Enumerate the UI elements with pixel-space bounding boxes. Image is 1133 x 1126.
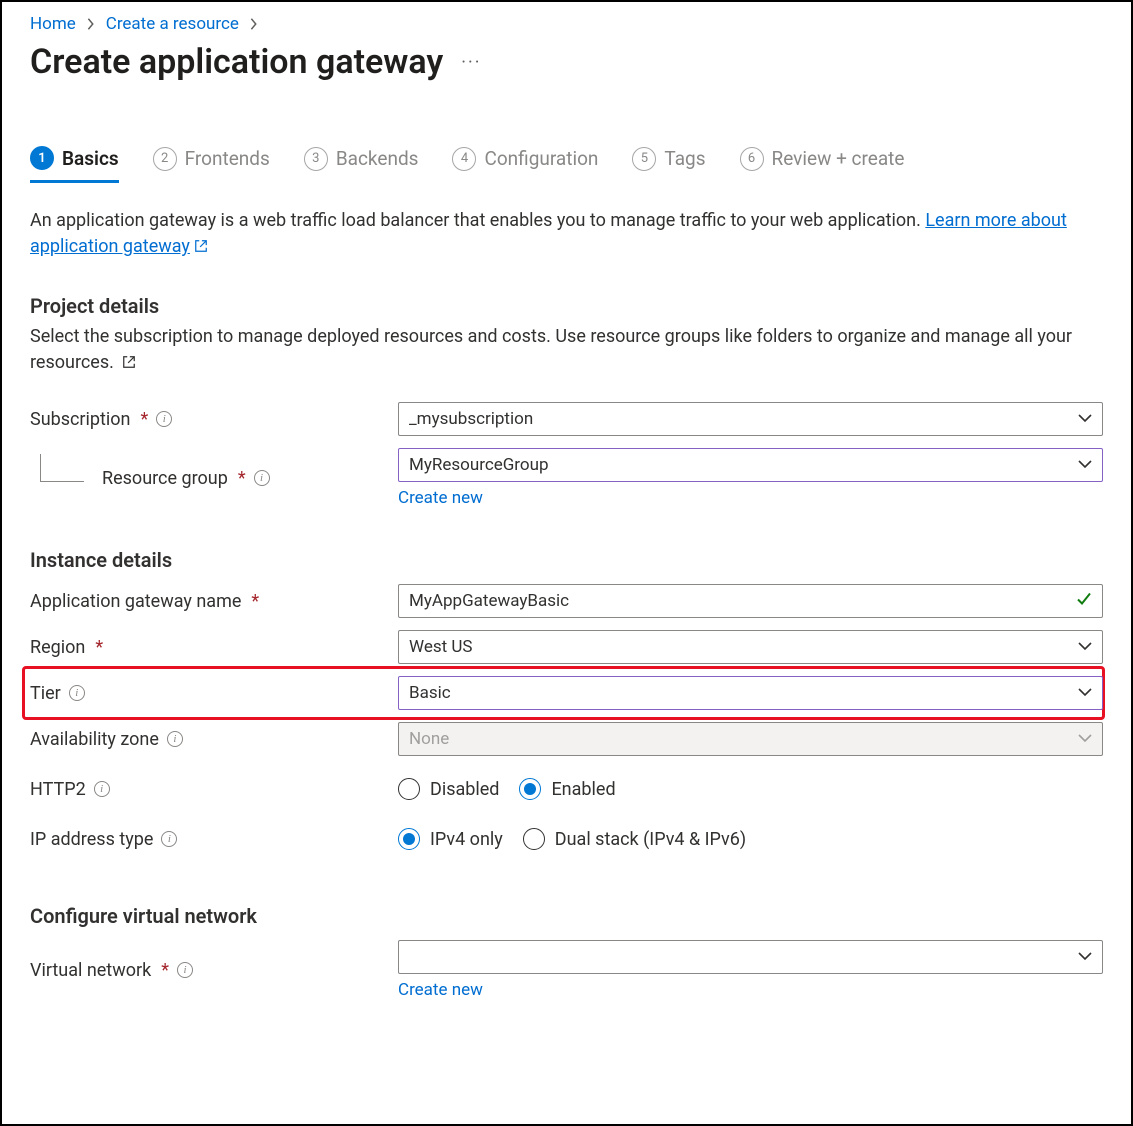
info-icon[interactable] xyxy=(161,831,177,847)
section-heading-vnet: Configure virtual network xyxy=(30,904,1103,928)
tab-label: Tags xyxy=(664,147,705,170)
subscription-select[interactable]: _mysubscription xyxy=(398,402,1103,436)
chevron-right-icon xyxy=(249,17,259,31)
virtual-network-select[interactable] xyxy=(398,940,1103,974)
create-new-rg-link[interactable]: Create new xyxy=(398,488,1103,508)
gateway-name-label: Application gateway name xyxy=(30,591,241,612)
check-icon xyxy=(1076,591,1092,612)
ip-radio-group: IPv4 only Dual stack (IPv4 & IPv6) xyxy=(398,828,1103,850)
section-heading-project: Project details xyxy=(30,294,1103,318)
tab-step-number: 1 xyxy=(30,146,54,170)
required-indicator: * xyxy=(141,409,149,430)
tab-configuration[interactable]: 4 Configuration xyxy=(452,142,598,183)
http2-radio-group: Disabled Enabled xyxy=(398,778,1103,800)
info-icon[interactable] xyxy=(177,962,193,978)
chevron-down-icon xyxy=(1078,947,1092,967)
tab-step-number: 2 xyxy=(153,147,177,171)
resource-group-label: Resource group xyxy=(102,468,228,489)
radio-icon xyxy=(398,828,420,850)
page-title: Create application gateway xyxy=(30,42,443,82)
radio-icon xyxy=(398,778,420,800)
availability-zone-select: None xyxy=(398,722,1103,756)
info-icon[interactable] xyxy=(94,781,110,797)
tab-backends[interactable]: 3 Backends xyxy=(304,142,419,183)
radio-label: IPv4 only xyxy=(430,829,503,850)
gateway-name-input[interactable]: MyAppGatewayBasic xyxy=(398,584,1103,618)
chevron-down-icon xyxy=(1078,409,1092,429)
radio-icon xyxy=(519,778,541,800)
radio-label: Dual stack (IPv4 & IPv6) xyxy=(555,829,746,850)
http2-enabled-radio[interactable]: Enabled xyxy=(519,778,615,800)
tab-basics[interactable]: 1 Basics xyxy=(30,142,119,183)
tab-tags[interactable]: 5 Tags xyxy=(632,142,705,183)
tier-select[interactable]: Basic xyxy=(398,676,1103,710)
required-indicator: * xyxy=(238,468,246,489)
virtual-network-label: Virtual network xyxy=(30,960,151,981)
region-select[interactable]: West US xyxy=(398,630,1103,664)
info-icon[interactable] xyxy=(69,685,85,701)
create-new-vnet-link[interactable]: Create new xyxy=(398,980,1103,1000)
resource-group-value: MyResourceGroup xyxy=(409,455,549,475)
tab-step-number: 3 xyxy=(304,147,328,171)
tree-connector xyxy=(40,454,84,482)
region-label: Region xyxy=(30,637,85,658)
tier-value: Basic xyxy=(409,683,451,703)
tab-label: Review + create xyxy=(772,147,905,170)
chevron-right-icon xyxy=(86,17,96,31)
required-indicator: * xyxy=(161,960,169,981)
subscription-label: Subscription xyxy=(30,409,131,430)
intro-text: An application gateway is a web traffic … xyxy=(30,208,1103,260)
tab-label: Configuration xyxy=(484,147,598,170)
tab-label: Frontends xyxy=(185,147,270,170)
required-indicator: * xyxy=(251,591,259,612)
radio-icon xyxy=(523,828,545,850)
ip-v4-only-radio[interactable]: IPv4 only xyxy=(398,828,503,850)
section-heading-instance: Instance details xyxy=(30,548,1103,572)
tab-step-number: 6 xyxy=(740,147,764,171)
external-link-icon xyxy=(194,239,208,253)
region-value: West US xyxy=(409,637,473,657)
radio-label: Disabled xyxy=(430,779,499,800)
info-icon[interactable] xyxy=(167,731,183,747)
external-link-icon xyxy=(122,355,136,369)
tab-step-number: 5 xyxy=(632,147,656,171)
tab-label: Basics xyxy=(62,147,119,170)
subscription-value: _mysubscription xyxy=(409,409,533,429)
availability-zone-label: Availability zone xyxy=(30,729,159,750)
http2-label: HTTP2 xyxy=(30,779,86,800)
gateway-name-value: MyAppGatewayBasic xyxy=(409,591,569,611)
ip-address-type-label: IP address type xyxy=(30,829,153,850)
http2-disabled-radio[interactable]: Disabled xyxy=(398,778,499,800)
resource-group-select[interactable]: MyResourceGroup xyxy=(398,448,1103,482)
availability-zone-value: None xyxy=(409,729,449,749)
chevron-down-icon xyxy=(1078,637,1092,657)
chevron-down-icon xyxy=(1078,455,1092,475)
required-indicator: * xyxy=(95,637,103,658)
chevron-down-icon xyxy=(1078,683,1092,703)
more-actions-button[interactable]: ··· xyxy=(461,52,481,73)
tab-step-number: 4 xyxy=(452,147,476,171)
intro-body: An application gateway is a web traffic … xyxy=(30,210,925,231)
info-icon[interactable] xyxy=(156,411,172,427)
wizard-tabs: 1 Basics 2 Frontends 3 Backends 4 Config… xyxy=(30,142,1103,184)
ip-dual-stack-radio[interactable]: Dual stack (IPv4 & IPv6) xyxy=(523,828,746,850)
radio-label: Enabled xyxy=(551,779,615,800)
breadcrumb: Home Create a resource xyxy=(30,12,1103,34)
info-icon[interactable] xyxy=(254,470,270,486)
section-desc-project: Select the subscription to manage deploy… xyxy=(30,324,1103,376)
breadcrumb-item-home[interactable]: Home xyxy=(30,14,76,34)
tab-review-create[interactable]: 6 Review + create xyxy=(740,142,905,183)
tab-frontends[interactable]: 2 Frontends xyxy=(153,142,270,183)
chevron-down-icon xyxy=(1078,729,1092,749)
tier-label: Tier xyxy=(30,683,61,704)
tab-label: Backends xyxy=(336,147,419,170)
breadcrumb-item-create-resource[interactable]: Create a resource xyxy=(106,14,239,34)
